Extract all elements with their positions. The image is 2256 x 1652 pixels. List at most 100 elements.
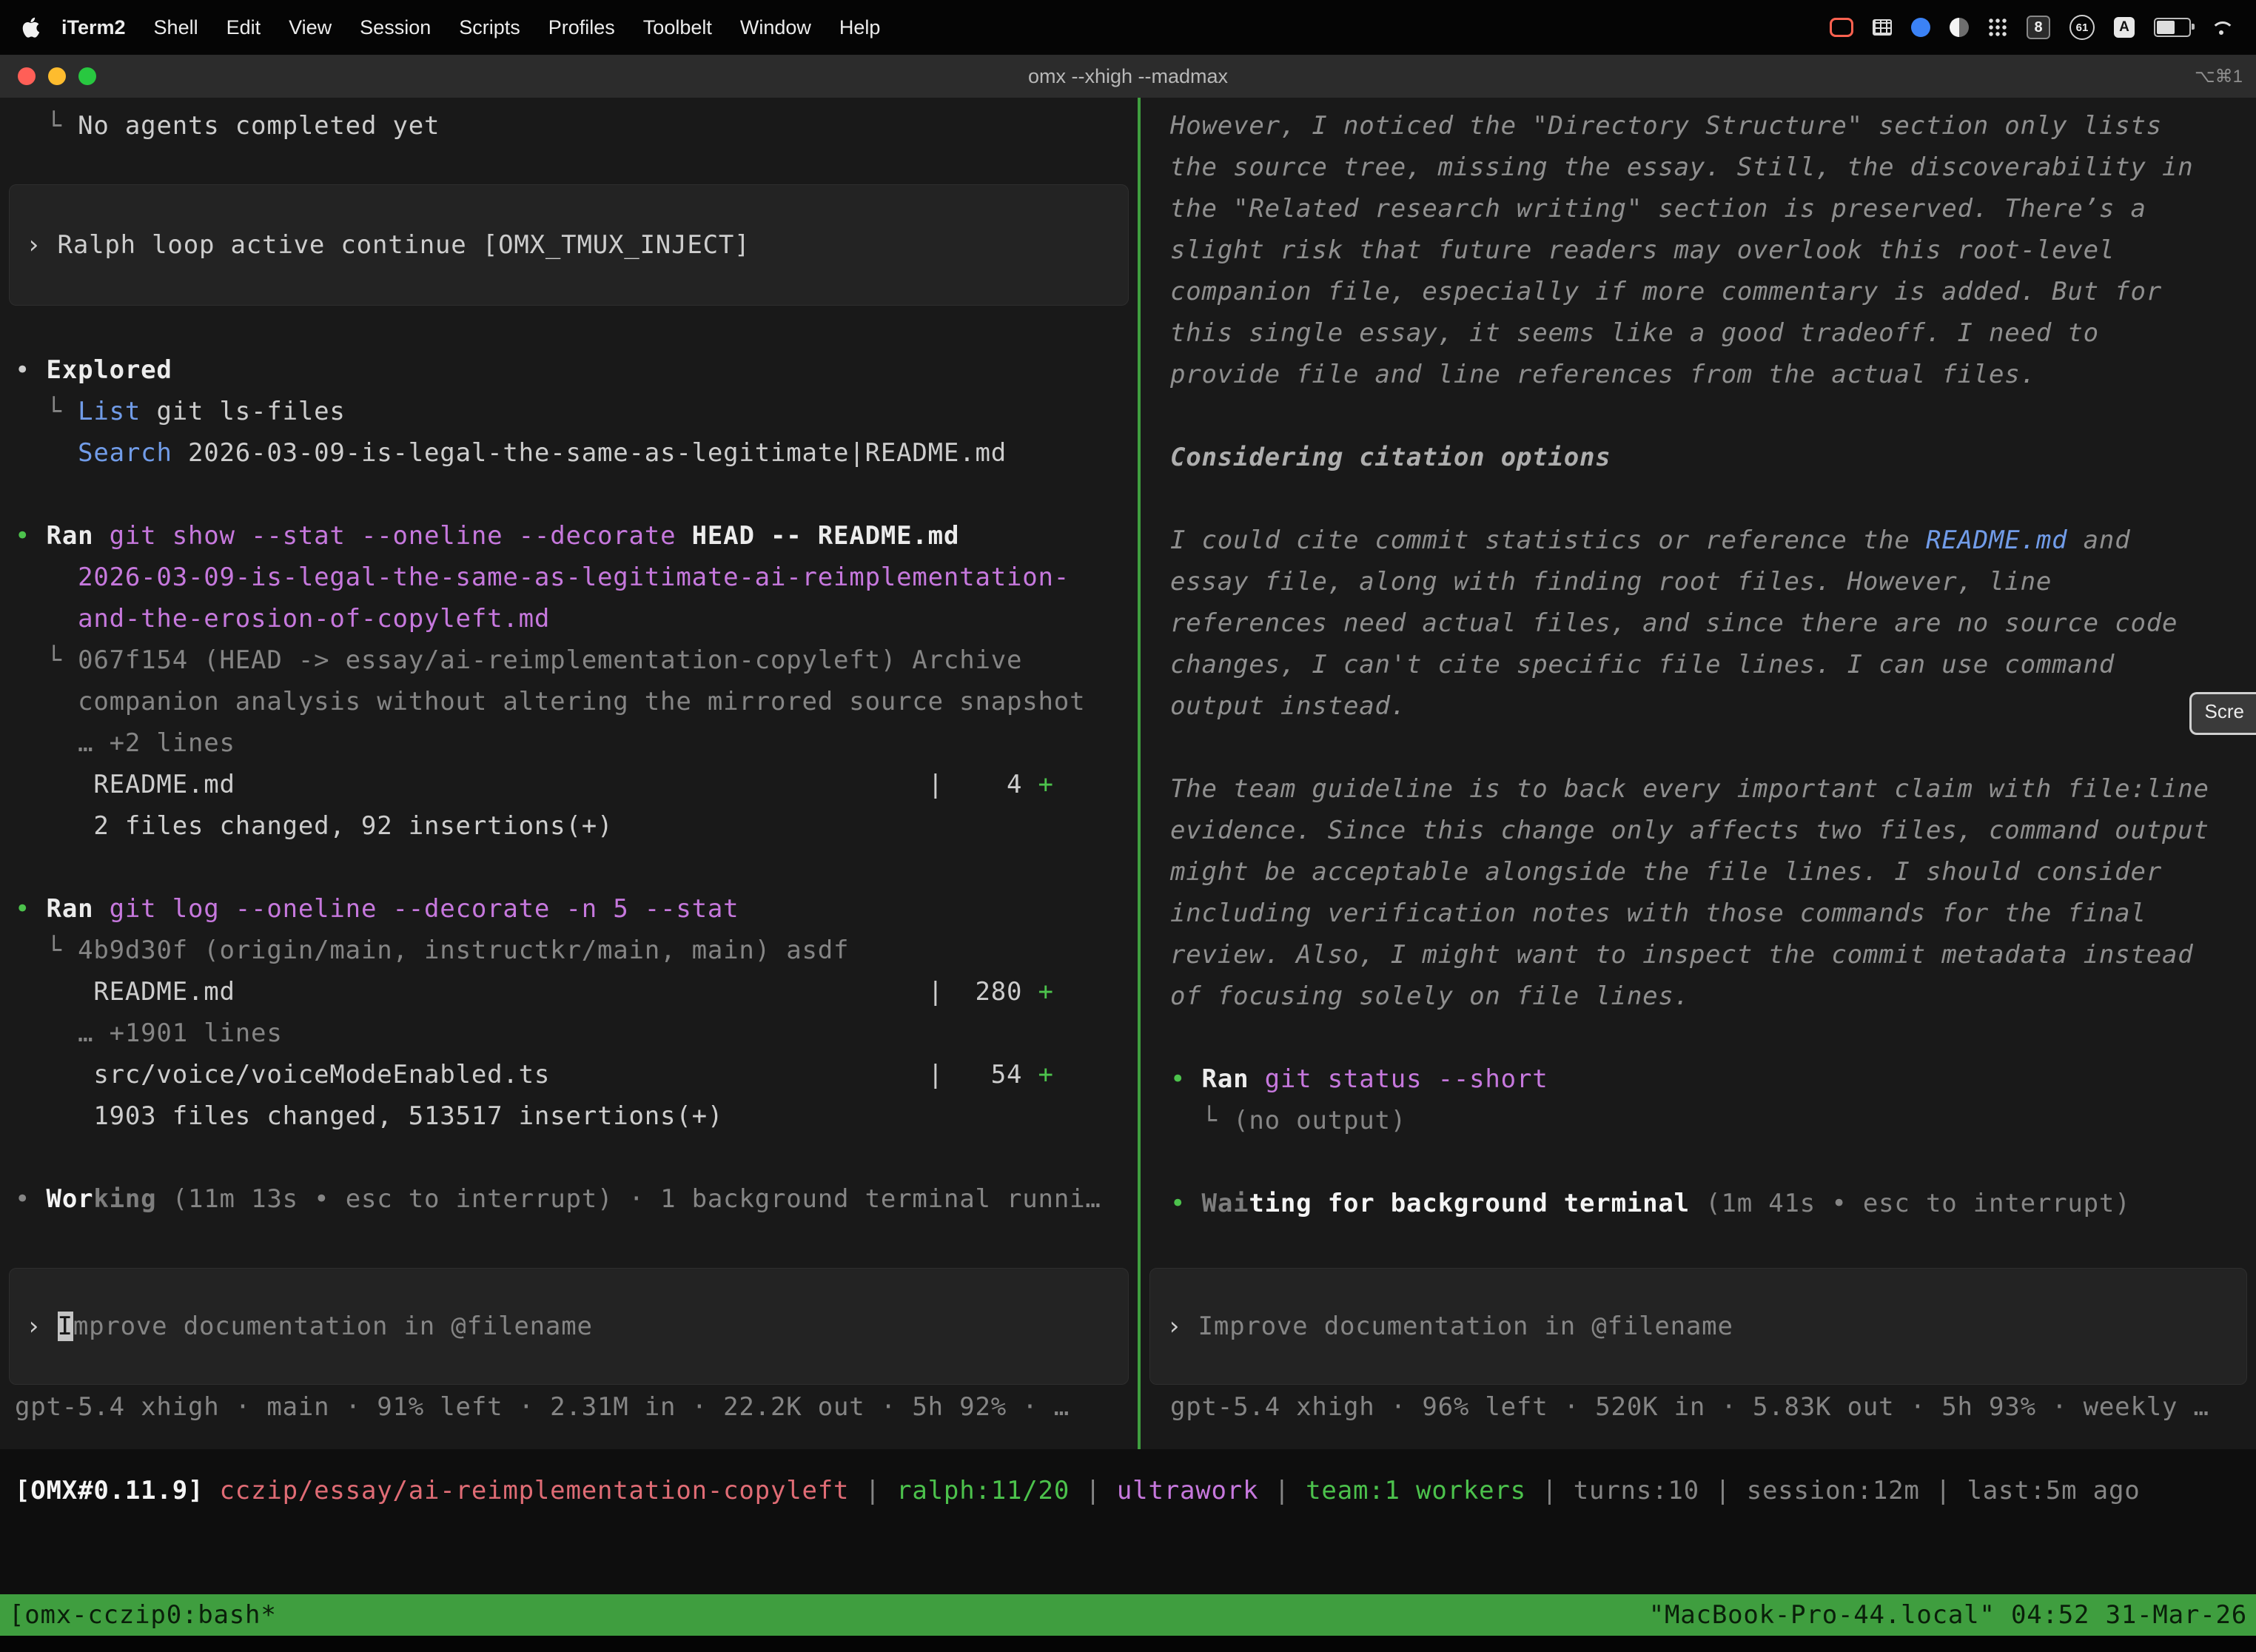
text-segment: 1903 files changed, 513517 insertions(+)	[15, 1101, 723, 1131]
menu-window[interactable]: Window	[726, 16, 825, 39]
waiting-spinner-line: • Waiting for background terminal (1m 41…	[1141, 1183, 2256, 1224]
text-segment: Search	[78, 438, 172, 468]
ran-git-log: • Ran git log --oneline --decorate -n 5 …	[0, 888, 1138, 930]
tmux-host-time-label: "MacBook-Pro-44.local" 04:52 31-Mar-26	[1649, 1600, 2247, 1630]
thinking-p3-l3: might be acceptable alongside the file l…	[1141, 851, 2256, 893]
text-segment: └	[1170, 1106, 1233, 1135]
droplet-icon[interactable]	[1911, 18, 1930, 37]
screen-recording-indicator[interactable]	[1830, 18, 1853, 37]
menu-session[interactable]: Session	[346, 16, 445, 39]
below-tmux-strip	[0, 1636, 2256, 1652]
text-segment: … +1901 lines	[15, 1018, 283, 1048]
text-segment	[15, 438, 78, 468]
row	[1141, 395, 2256, 437]
prompt-input-left[interactable]: › Improve documentation in @filename	[9, 1268, 1129, 1385]
text-segment: HEAD -- README.md	[676, 521, 959, 551]
row	[1141, 478, 2256, 520]
contrast-icon[interactable]	[1950, 18, 1969, 37]
thinking-p3-l5: review. Also, I might want to inspect th…	[1141, 934, 2256, 976]
text-segment: git show --stat --oneline --decorate	[110, 521, 677, 551]
text-segment: └	[15, 397, 78, 426]
text-segment: └	[15, 936, 78, 965]
row	[1141, 727, 2256, 768]
close-button[interactable]	[18, 67, 36, 85]
text-segment: README.md | 280	[15, 977, 1038, 1007]
text-segment: gpt-5.4 xhigh · main · 91% left · 2.31M …	[15, 1392, 1070, 1422]
text-segment: slight risk that future readers may over…	[1170, 235, 2115, 265]
git-log-output-more: … +1901 lines	[0, 1013, 1138, 1054]
text-segment: |	[1070, 1476, 1117, 1505]
apple-menu-icon[interactable]	[21, 16, 40, 38]
prompt-input-right[interactable]: › Improve documentation in @filename	[1149, 1268, 2247, 1385]
text-segment: Ran	[47, 894, 110, 924]
text-segment: turns:10	[1574, 1476, 1699, 1505]
text-segment: Ran	[47, 521, 110, 551]
text-segment: •	[1170, 1189, 1202, 1218]
text-segment: |	[1920, 1476, 1967, 1505]
wifi-icon[interactable]	[2210, 18, 2235, 37]
text-segment: changes, I can't cite specific file line…	[1170, 650, 2115, 679]
menu-edit[interactable]: Edit	[212, 16, 275, 39]
text-segment: ultrawork	[1117, 1476, 1258, 1505]
text-segment: Explored	[47, 355, 172, 385]
thinking-p1-l2: the source tree, missing the essay. Stil…	[1141, 147, 2256, 188]
row	[1141, 1017, 2256, 1058]
thinking-p2-l1: I could cite commit statistics or refere…	[1141, 520, 2256, 561]
menu-scripts[interactable]: Scripts	[445, 16, 534, 39]
text-segment: ›	[26, 230, 58, 260]
text-segment: •	[15, 521, 47, 551]
battery-icon[interactable]	[2154, 18, 2191, 37]
ralph-loop-banner: › Ralph loop active continue [OMX_TMUX_I…	[9, 184, 1129, 306]
menu-profiles[interactable]: Profiles	[534, 16, 629, 39]
pane-right[interactable]: However, I noticed the "Directory Struct…	[1141, 98, 2256, 1449]
thinking-p1-l6: this single essay, it seems like a good …	[1141, 312, 2256, 354]
menu-help[interactable]: Help	[825, 16, 895, 39]
zoom-button[interactable]	[78, 67, 96, 85]
menu-view[interactable]: View	[275, 16, 346, 39]
window-titlebar[interactable]: omx --xhigh --madmax ⌥⌘1	[0, 55, 2256, 98]
tmux-session-label: [omx-cczip0:bash*	[9, 1600, 277, 1630]
row	[0, 1137, 1138, 1178]
explored-search-item: Search 2026-03-09-is-legal-the-same-as-l…	[0, 432, 1138, 474]
window-title: omx --xhigh --madmax	[1028, 65, 1228, 88]
text-segment: references need actual files, and since …	[1170, 608, 2178, 638]
git-log-stat-file-2: src/voice/voiceModeEnabled.ts | 54 +	[0, 1054, 1138, 1095]
apps-grid-icon[interactable]	[1988, 18, 2007, 37]
text-segment: might be acceptable alongside the file l…	[1170, 857, 2162, 887]
window-shortcut: ⌥⌘1	[2195, 55, 2243, 98]
thinking-p2-l3: references need actual files, and since …	[1141, 602, 2256, 644]
text-segment: ralph:11/20	[896, 1476, 1070, 1505]
git-log-stat-file-1: README.md | 280 +	[0, 971, 1138, 1013]
text-segment: team:1 workers	[1306, 1476, 1526, 1505]
text-segment: +	[1038, 1060, 1054, 1089]
grid-icon[interactable]	[1873, 19, 1892, 36]
text-segment: the "Related research writing" section i…	[1170, 194, 2146, 224]
text-segment: •	[1170, 1064, 1202, 1094]
minimize-button[interactable]	[48, 67, 66, 85]
text-segment: output instead.	[1170, 691, 1406, 721]
menu-iterm2[interactable]: iTerm2	[47, 16, 140, 39]
keycap-icon[interactable]: 8	[2027, 16, 2050, 39]
menu-shell[interactable]: Shell	[140, 16, 212, 39]
thinking-heading: Considering citation options	[1141, 437, 2256, 478]
thinking-p3-l6: of focusing solely on file lines.	[1141, 976, 2256, 1017]
thinking-p3-l4: including verification notes with those …	[1141, 893, 2256, 934]
text-segment: of focusing solely on file lines.	[1170, 981, 1690, 1011]
text-segment: └	[15, 645, 78, 675]
text-segment: README.md | 4	[15, 770, 1038, 799]
thinking-p1-l7: provide file and line references from th…	[1141, 354, 2256, 395]
text-segment: 2 files changed, 92 insertions(+)	[15, 811, 613, 841]
text-segment: •	[15, 1184, 47, 1214]
input-source-icon[interactable]: A	[2114, 17, 2135, 38]
thinking-p3-l1: The team guideline is to back every impo…	[1141, 768, 2256, 810]
text-segment: I	[58, 1312, 73, 1341]
pane-left[interactable]: └ No agents completed yet› Ralph loop ac…	[0, 98, 1138, 1449]
text-segment: including verification notes with those …	[1170, 899, 2146, 928]
percent-badge-icon[interactable]: 61	[2069, 15, 2095, 40]
menu-toolbelt[interactable]: Toolbelt	[629, 16, 726, 39]
git-show-stat-summary: 2 files changed, 92 insertions(+)	[0, 805, 1138, 847]
row	[0, 306, 1138, 349]
text-segment: 2026-03-09-is-legal-the-same-as-legitima…	[15, 563, 1070, 592]
text-segment: ›	[26, 1312, 58, 1341]
text-segment: |	[849, 1476, 896, 1505]
